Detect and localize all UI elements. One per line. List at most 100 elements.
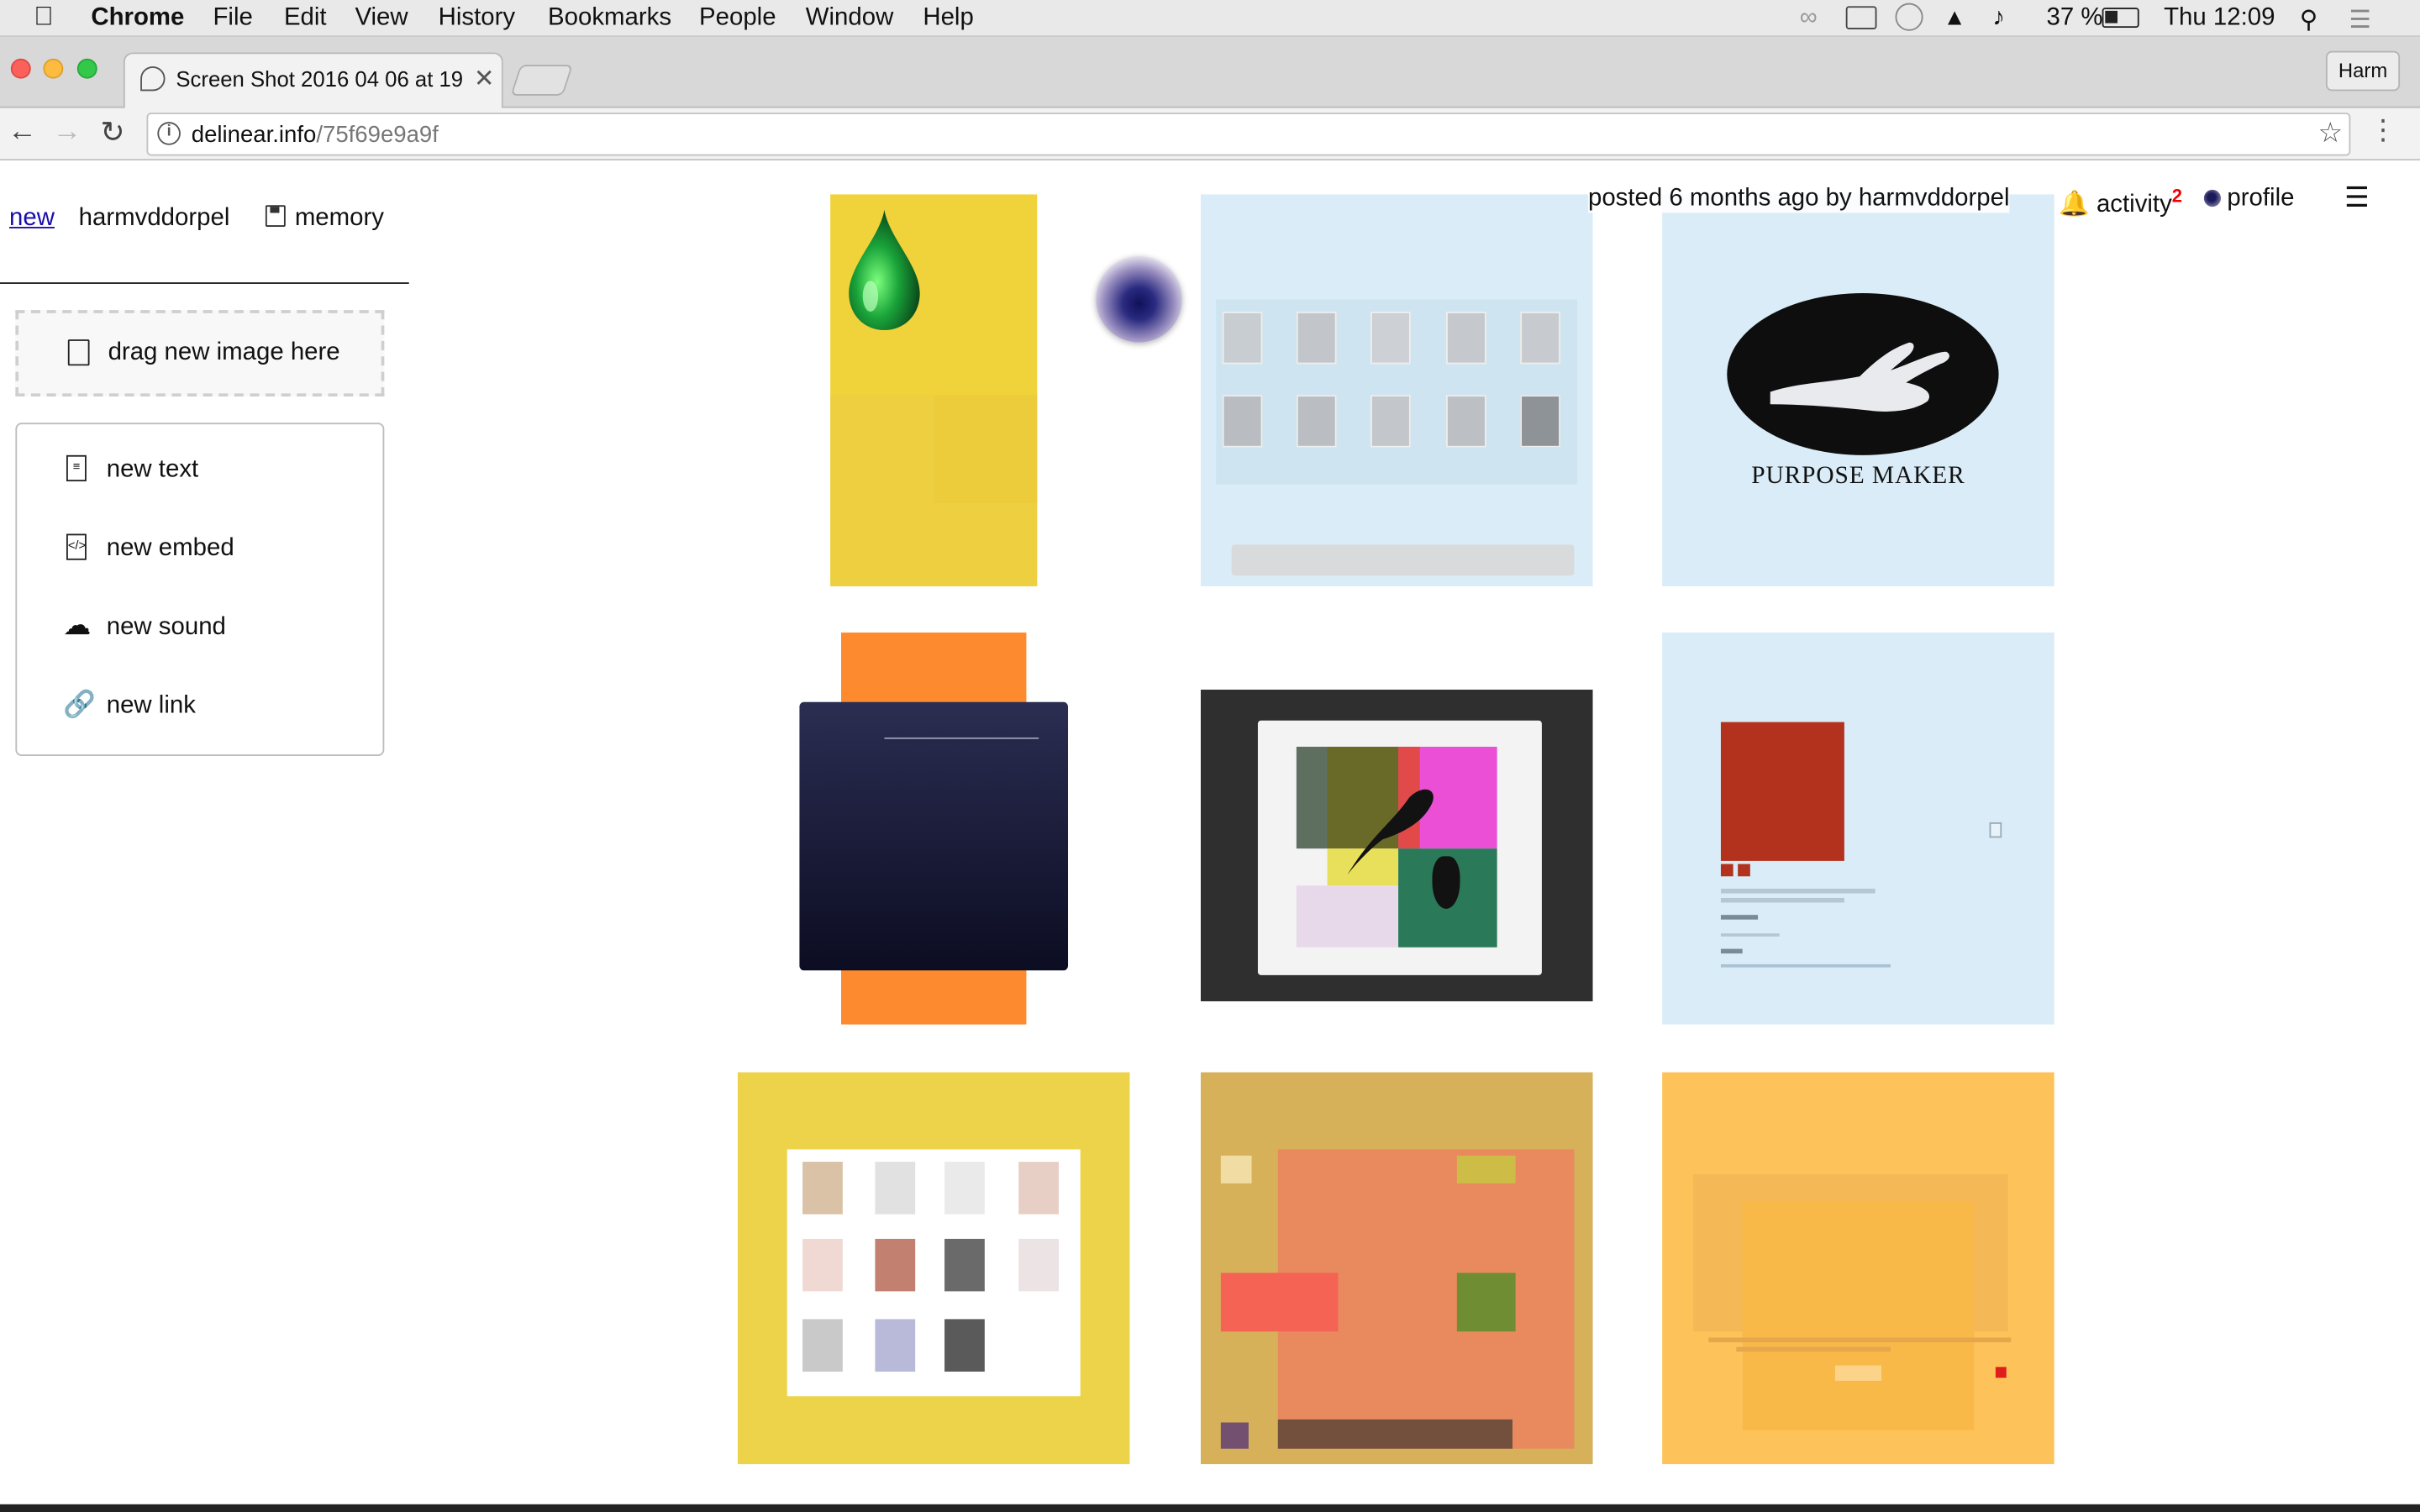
sketch-thumb — [802, 1319, 843, 1372]
drawing-thumb — [1446, 312, 1486, 365]
profile-label: profile — [2227, 185, 2295, 212]
clock[interactable]: Thu 12:09 — [2164, 5, 2275, 33]
bird-shape — [1347, 789, 1434, 875]
notification-center-icon[interactable]: ☰ — [2349, 5, 2371, 36]
tile-purpose-maker[interactable]: PURPOSE MAKER — [1662, 194, 2054, 586]
artwork-text-line — [1720, 963, 1891, 968]
tile-band — [934, 395, 1038, 503]
hamburger-menu-icon[interactable]: ☰ — [2344, 182, 2370, 215]
tile-watercolor[interactable] — [1662, 1072, 2054, 1465]
drawing-thumb — [1370, 395, 1411, 448]
menu-file[interactable]: File — [213, 5, 252, 33]
artwork-thumb — [1720, 864, 1733, 877]
new-tab-button[interactable] — [510, 65, 573, 96]
menu-view[interactable]: View — [355, 5, 408, 33]
close-window-button[interactable] — [10, 58, 31, 79]
close-tab-icon[interactable]: ✕ — [474, 63, 495, 94]
keyboard-icon[interactable] — [1845, 6, 1877, 29]
new-text-item[interactable]: ≡ new text — [17, 432, 382, 511]
nav-user-link[interactable]: harmvddorpel — [79, 205, 230, 233]
tile-line — [884, 737, 1039, 739]
soundcloud-icon: ☁ — [63, 609, 92, 641]
activity-count-badge: 2 — [2171, 185, 2183, 207]
menu-bookmarks[interactable]: Bookmarks — [548, 5, 671, 33]
menu-window[interactable]: Window — [806, 5, 894, 33]
new-link-item[interactable]: 🔗 new link — [17, 668, 382, 747]
profile-button[interactable]: Harm — [2325, 50, 2401, 92]
watercolor-caption-line — [1736, 1347, 1891, 1352]
menu-history[interactable]: History — [439, 5, 515, 33]
tile-artwork-page[interactable] — [1662, 633, 2054, 1025]
wifi-icon[interactable]: ▲ — [1943, 5, 1965, 31]
apple-icon[interactable]:  — [34, 2, 53, 33]
new-sound-label: new sound — [106, 614, 226, 641]
floppy-disk-icon — [265, 205, 286, 227]
battery-icon[interactable] — [2102, 8, 2139, 29]
tile-sketches-grid[interactable] — [737, 1072, 1130, 1465]
artwork-text-line — [1720, 915, 1759, 920]
composition-block — [1220, 1422, 1249, 1449]
new-embed-item[interactable]: </> new embed — [17, 511, 382, 590]
minimize-window-button[interactable] — [43, 58, 64, 79]
back-icon[interactable]: ← — [8, 116, 37, 150]
artwork-text-line — [1720, 897, 1844, 903]
battery-fill — [2105, 10, 2118, 24]
activity-label: activity — [2096, 192, 2172, 218]
create-menu: ≡ new text </> new embed ☁ new sound 🔗 n… — [15, 423, 385, 756]
reload-icon[interactable]: ↻ — [100, 116, 124, 151]
menu-app-name[interactable]: Chrome — [91, 5, 184, 33]
chrome-menu-icon[interactable]: ⋮ — [2369, 114, 2396, 147]
sketch-thumb — [875, 1319, 916, 1372]
artwork-red — [1720, 722, 1844, 861]
nav-new-link[interactable]: new — [9, 205, 55, 233]
purpose-maker-title: PURPOSE MAKER — [1751, 463, 1965, 490]
address-bar[interactable]: i delinear.info/75f69e9a9f ☆ — [146, 113, 2351, 156]
volume-icon[interactable]: ♪ — [1992, 5, 2005, 33]
url-text[interactable]: delinear.info/75f69e9a9f — [192, 122, 439, 148]
floating-avatar[interactable] — [1096, 255, 1182, 343]
tile-salmon-composition[interactable] — [1200, 1072, 1593, 1465]
image-file-icon — [67, 339, 90, 366]
tile-abstract-collage[interactable] — [1200, 690, 1593, 1002]
artwork-text-line — [1720, 948, 1743, 954]
page: new harmvddorpel memory drag new image h… — [0, 161, 2420, 1512]
site-info-icon[interactable]: i — [157, 122, 181, 145]
drawing-thumb — [1222, 312, 1263, 365]
nav-divider — [0, 282, 409, 284]
menu-edit[interactable]: Edit — [284, 5, 327, 33]
profile-link[interactable]: profile — [2203, 185, 2295, 213]
watercolor-caption-line — [1708, 1337, 2012, 1342]
tile-navy-card[interactable] — [799, 701, 1069, 971]
zoom-window-button[interactable] — [76, 58, 97, 79]
tile-drawings-grid[interactable] — [1200, 194, 1593, 586]
forward-icon[interactable]: → — [52, 116, 82, 150]
tab-active[interactable]: Screen Shot 2016 04 06 at 19 ✕ — [123, 52, 503, 108]
watercolor-block — [1834, 1365, 1881, 1381]
menu-help[interactable]: Help — [923, 5, 973, 33]
spotlight-icon[interactable]: ⚲ — [2300, 5, 2318, 36]
posted-info: posted 6 months ago by harmvddorpel — [1587, 185, 2010, 213]
bookmark-star-icon[interactable]: ☆ — [2318, 118, 2344, 150]
new-text-label: new text — [106, 456, 199, 483]
menu-people[interactable]: People — [699, 5, 776, 33]
nav-memory-label: memory — [294, 205, 384, 232]
bluetooth-icon[interactable]: ∞ — [1800, 5, 1818, 33]
nav-memory-link[interactable]: memory — [265, 205, 384, 233]
new-link-label: new link — [106, 692, 196, 719]
sketch-thumb — [944, 1319, 985, 1372]
watercolor-red-marker — [1995, 1367, 2007, 1378]
sketch-thumb — [802, 1238, 843, 1292]
battery-percent[interactable]: 37 % — [2047, 5, 2103, 33]
drawing-thumb — [1520, 312, 1560, 365]
window-bottom-edge — [0, 1504, 2420, 1512]
collage-block — [1296, 885, 1399, 948]
composition-block — [1220, 1155, 1252, 1184]
new-sound-item[interactable]: ☁ new sound — [17, 590, 382, 669]
time-machine-icon[interactable] — [1895, 3, 1923, 31]
drawing-thumb — [1296, 312, 1337, 365]
browser-toolbar: ← → ↻ i delinear.info/75f69e9a9f ☆ ⋮ — [0, 108, 2420, 161]
drawing-thumb — [1296, 395, 1337, 448]
image-drop-zone[interactable]: drag new image here — [15, 310, 385, 397]
activity-link[interactable]: 🔔 activity2 — [2059, 185, 2182, 219]
tile-yellow-drop[interactable] — [830, 194, 1038, 586]
